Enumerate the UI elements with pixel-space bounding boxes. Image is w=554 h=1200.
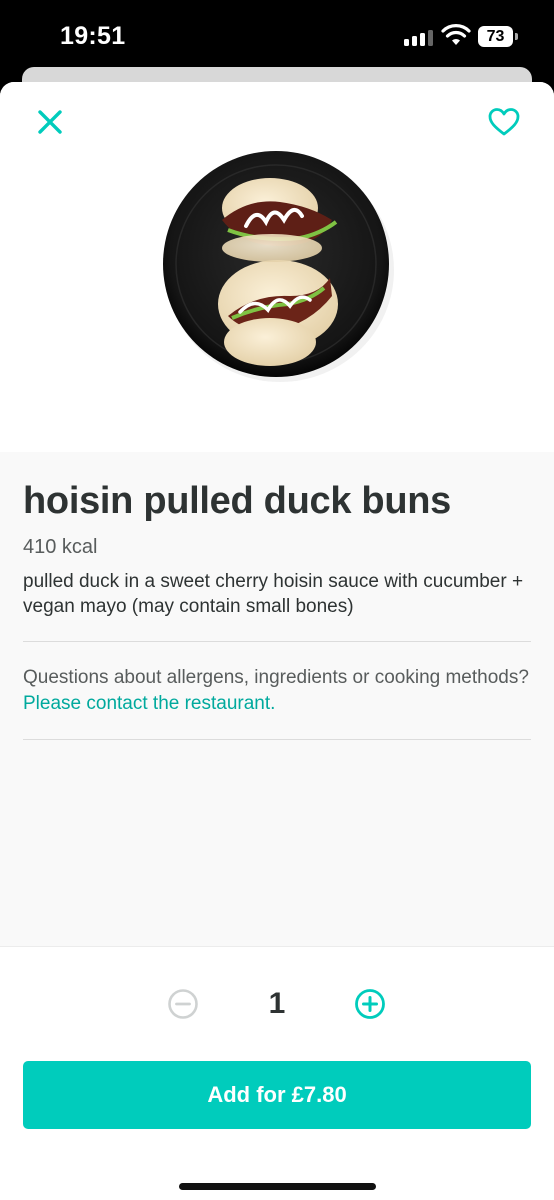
- close-icon: [38, 110, 62, 134]
- item-detail-sheet: hoisin pulled duck buns 410 kcal pulled …: [0, 82, 554, 1200]
- allergen-info-text: Questions about allergens, ingredients o…: [23, 667, 529, 688]
- heart-outline-icon: [488, 108, 520, 136]
- signal-icon: [404, 30, 434, 46]
- dish-image: [163, 151, 394, 382]
- contact-restaurant-link[interactable]: Please contact the restaurant.: [23, 693, 275, 714]
- divider: [23, 641, 531, 642]
- status-bar: 19:51 73: [0, 0, 554, 66]
- item-calories: 410 kcal: [23, 536, 98, 558]
- item-title: hoisin pulled duck buns: [23, 480, 452, 522]
- plus-circle-icon: [355, 989, 385, 1019]
- close-button[interactable]: [34, 106, 66, 138]
- status-time: 19:51: [60, 22, 126, 50]
- item-description: pulled duck in a sweet cherry hoisin sau…: [23, 571, 524, 617]
- favourite-button[interactable]: [486, 106, 522, 138]
- minus-circle-icon: [168, 989, 198, 1019]
- quantity-value: 1: [268, 987, 286, 1020]
- add-to-basket-button[interactable]: Add for £7.80: [23, 1061, 531, 1129]
- hero-section: [0, 82, 554, 452]
- wifi-icon: [441, 24, 471, 45]
- order-footer: 1 Add for £7.80: [0, 946, 554, 1200]
- decrease-quantity-button[interactable]: [167, 988, 199, 1020]
- battery-icon: 73: [478, 26, 518, 47]
- increase-quantity-button[interactable]: [354, 988, 386, 1020]
- allergen-info: Questions about allergens, ingredients o…: [23, 665, 531, 717]
- battery-level: 73: [478, 26, 513, 47]
- quantity-stepper: 1: [0, 985, 554, 1025]
- home-indicator: [179, 1183, 376, 1190]
- divider: [23, 739, 531, 740]
